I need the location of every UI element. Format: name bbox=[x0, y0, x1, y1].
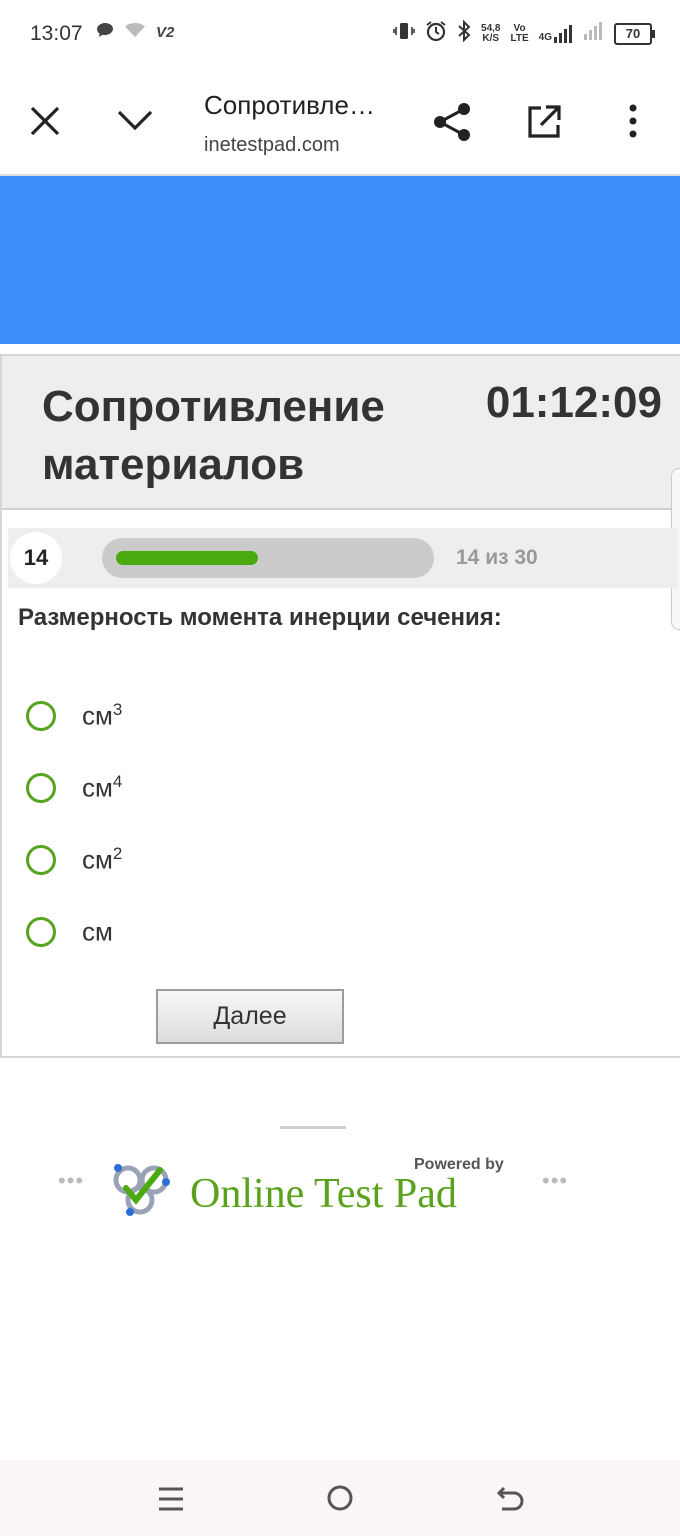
browser-toolbar: Сопротивле… inetestpad.com bbox=[0, 70, 680, 176]
question-text: Размерность момента инерции сечения: bbox=[18, 604, 502, 631]
carrier-tag: V2 bbox=[156, 24, 175, 41]
test-title: Сопротивление материалов bbox=[42, 382, 385, 489]
radio-button[interactable] bbox=[26, 917, 56, 947]
wifi-icon bbox=[124, 22, 146, 43]
more-menu-icon[interactable] bbox=[626, 104, 640, 143]
option-label: см4 bbox=[82, 772, 122, 804]
signal-4g-icon: 4G bbox=[538, 24, 574, 43]
footer-divider bbox=[280, 1126, 346, 1129]
back-icon[interactable] bbox=[496, 1484, 526, 1517]
progress-bar-fill bbox=[116, 551, 258, 565]
progress-bar bbox=[102, 538, 434, 578]
answer-option[interactable]: см bbox=[26, 896, 122, 968]
volte-indicator: Vo LTE bbox=[510, 23, 529, 44]
brand-name[interactable]: Online Test Pad bbox=[190, 1170, 457, 1218]
close-icon[interactable] bbox=[28, 104, 62, 143]
option-exponent: 3 bbox=[112, 700, 123, 720]
option-unit: см bbox=[82, 844, 113, 875]
share-icon[interactable] bbox=[432, 102, 472, 147]
test-timer: 01:12:09 bbox=[485, 378, 662, 427]
option-exponent: 2 bbox=[112, 844, 123, 864]
vibrate-icon bbox=[393, 21, 415, 46]
radio-button[interactable] bbox=[26, 773, 56, 803]
status-bar: 13:07 V2 54,8 K/S Vo LTE 4G 70 bbox=[0, 0, 680, 70]
test-card: Сопротивление материалов 01:12:09 14 14 … bbox=[0, 354, 680, 1058]
battery-indicator: 70 bbox=[614, 22, 655, 45]
answer-option[interactable]: см2 bbox=[26, 824, 122, 896]
question-number-badge: 14 bbox=[10, 532, 62, 584]
option-exponent: 4 bbox=[112, 772, 123, 792]
option-label: см2 bbox=[82, 844, 122, 876]
option-unit: см bbox=[82, 772, 113, 803]
dots-decoration-right: ••• bbox=[542, 1168, 569, 1193]
alarm-icon bbox=[425, 20, 447, 47]
answer-option[interactable]: см4 bbox=[26, 752, 122, 824]
answer-options: см3 см4 см2 см bbox=[26, 680, 122, 968]
open-in-browser-icon[interactable] bbox=[526, 104, 562, 145]
home-icon[interactable] bbox=[326, 1484, 354, 1517]
status-time: 13:07 bbox=[30, 22, 83, 45]
online-test-pad-logo-icon[interactable] bbox=[110, 1160, 176, 1227]
option-unit: см bbox=[82, 700, 113, 731]
net-speed: 54,8 K/S bbox=[481, 23, 500, 44]
progress-text: 14 из 30 bbox=[456, 546, 538, 569]
next-button[interactable]: Далее bbox=[156, 989, 344, 1044]
message-icon bbox=[96, 22, 114, 43]
page-url[interactable]: inetestpad.com bbox=[204, 134, 340, 157]
dots-decoration-left: ••• bbox=[58, 1168, 85, 1193]
test-header: Сопротивление материалов 01:12:09 bbox=[2, 356, 680, 510]
bluetooth-icon bbox=[457, 19, 471, 47]
radio-button[interactable] bbox=[26, 701, 56, 731]
chevron-down-icon[interactable] bbox=[116, 106, 154, 139]
page-banner bbox=[0, 176, 680, 344]
recent-apps-icon[interactable] bbox=[157, 1486, 185, 1517]
net-speed-unit: K/S bbox=[482, 32, 500, 44]
network-type: 4G bbox=[538, 31, 552, 43]
system-nav-bar bbox=[0, 1460, 680, 1536]
radio-button[interactable] bbox=[26, 845, 56, 875]
option-label: см bbox=[82, 916, 113, 948]
progress-row: 14 14 из 30 bbox=[8, 528, 678, 588]
signal-icon bbox=[584, 22, 604, 45]
option-unit: см bbox=[82, 916, 113, 947]
answer-option[interactable]: см3 bbox=[26, 680, 122, 752]
volte-bottom: LTE bbox=[510, 32, 529, 44]
option-label: см3 bbox=[82, 700, 122, 732]
tab-title: Сопротивле… bbox=[204, 90, 375, 120]
